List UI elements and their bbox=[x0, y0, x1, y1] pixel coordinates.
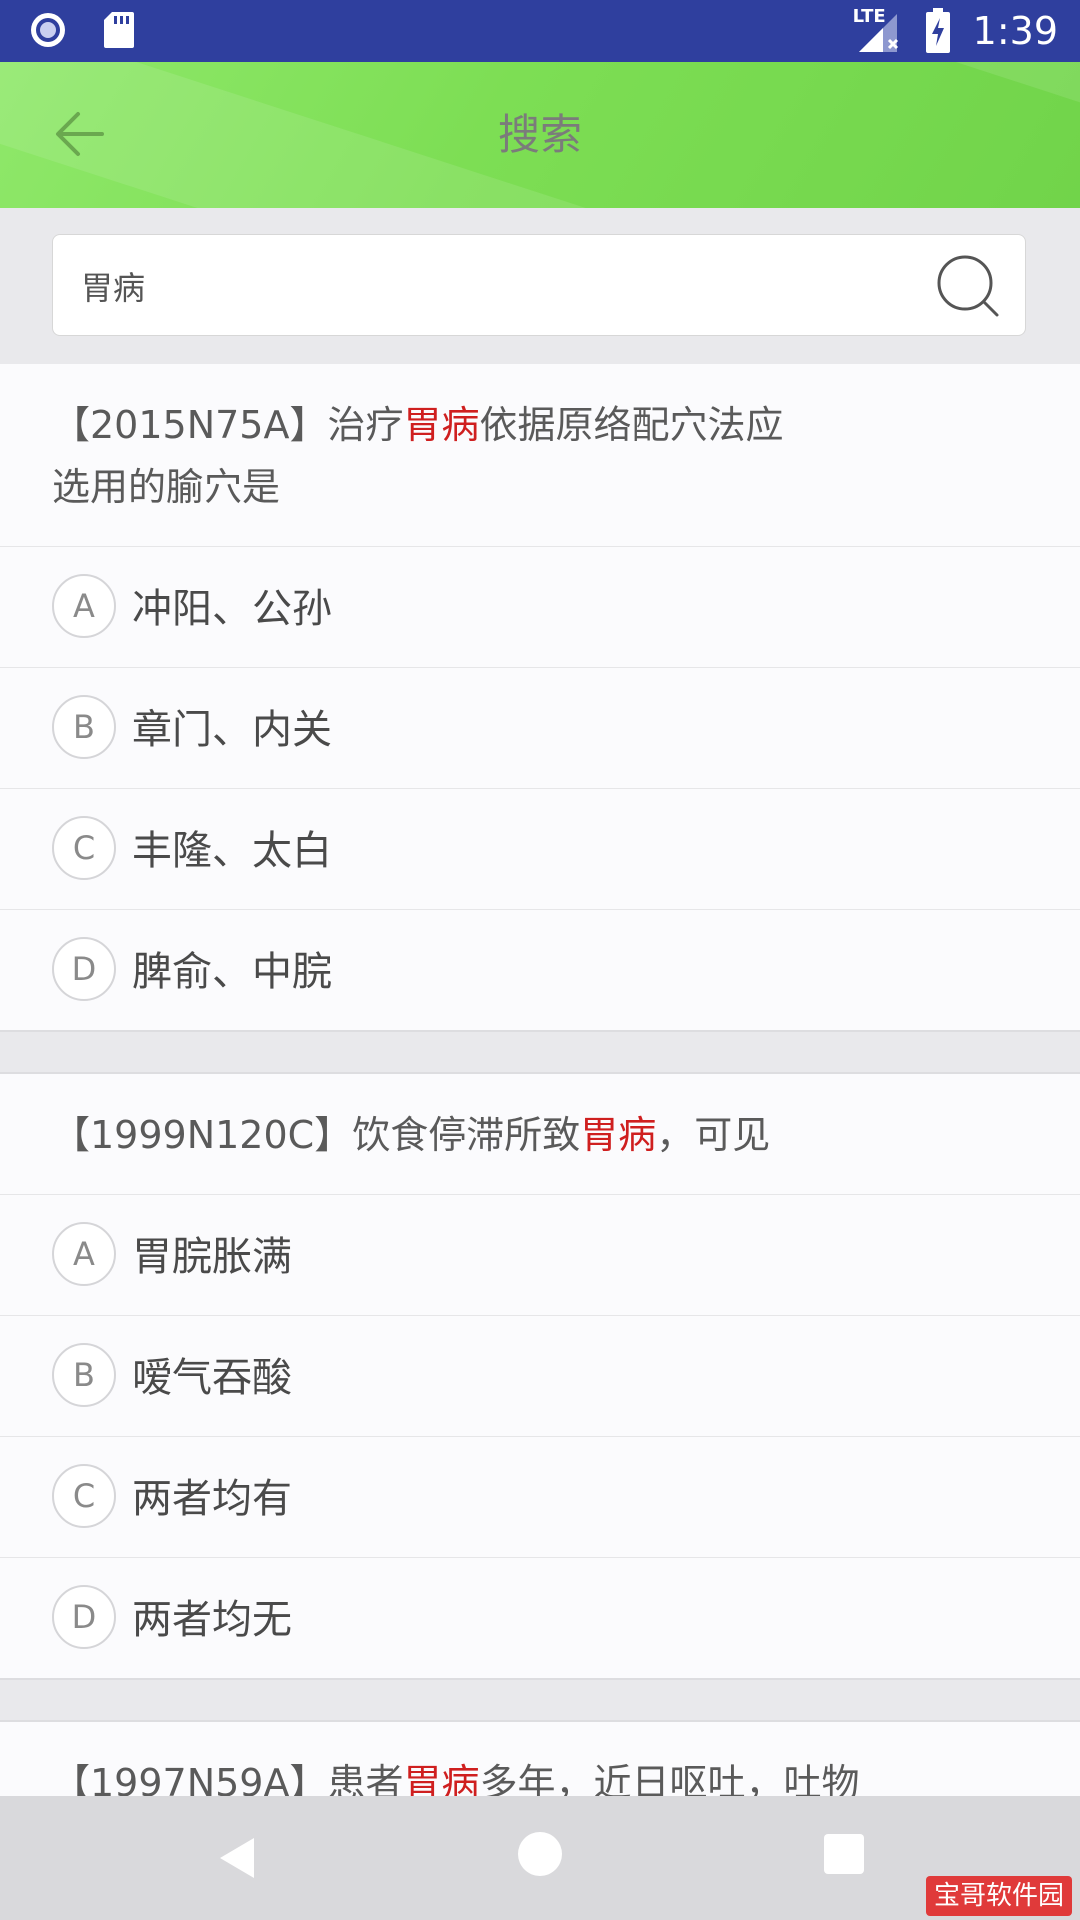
stem-text: 选用的腧穴是 bbox=[52, 465, 281, 509]
question-separator bbox=[0, 1680, 1080, 1722]
option-text: 章门、内关 bbox=[132, 707, 332, 753]
option-letter-badge: D bbox=[52, 937, 116, 1001]
search-area bbox=[0, 208, 1080, 364]
nav-back-icon[interactable] bbox=[214, 1834, 260, 1882]
stem-text: ，可见 bbox=[656, 1113, 771, 1157]
option-letter-badge: C bbox=[52, 1464, 116, 1528]
stem-text: 【1999N120C】饮食停滞所致 bbox=[52, 1113, 581, 1157]
option-letter-badge: B bbox=[52, 695, 116, 759]
status-bar: LTE 1:39 bbox=[0, 0, 1080, 62]
option-text: 胃脘胀满 bbox=[132, 1234, 292, 1280]
question-stem[interactable]: 【2015N75A】治疗胃病依据原络配穴法应选用的腧穴是 bbox=[0, 364, 1080, 547]
option-c[interactable]: C 两者均有 bbox=[0, 1437, 1080, 1558]
question-card: 【1999N120C】饮食停滞所致胃病，可见 A 胃脘胀满 B 嗳气吞酸 C 两者均有 D 两者… bbox=[0, 1074, 1080, 1680]
stem-text: 【2015N75A】治疗 bbox=[52, 403, 404, 447]
option-text: 冲阳、公孙 bbox=[132, 586, 332, 632]
watermark: 宝哥软件园 bbox=[925, 1876, 1072, 1916]
option-a[interactable]: A 冲阳、公孙 bbox=[0, 547, 1080, 668]
option-text: 两者均有 bbox=[132, 1476, 292, 1522]
search-input[interactable] bbox=[79, 235, 923, 337]
record-icon bbox=[31, 13, 65, 47]
question-stem-line: 【1999N120C】饮食停滞所致胃病，可见 bbox=[52, 1104, 1028, 1166]
option-a[interactable]: A 胃脘胀满 bbox=[0, 1195, 1080, 1316]
question-stem[interactable]: 【1999N120C】饮食停滞所致胃病，可见 bbox=[0, 1074, 1080, 1195]
option-b[interactable]: B 嗳气吞酸 bbox=[0, 1316, 1080, 1437]
option-letter-badge: A bbox=[52, 1222, 116, 1286]
question-card: 【2015N75A】治疗胃病依据原络配穴法应选用的腧穴是 A 冲阳、公孙 B 章门、内关… bbox=[0, 364, 1080, 1032]
search-button[interactable] bbox=[935, 253, 1003, 321]
navigation-bar bbox=[0, 1796, 1080, 1920]
battery-charging-icon bbox=[925, 8, 950, 53]
option-text: 脾俞、中脘 bbox=[132, 949, 332, 995]
search-box bbox=[52, 234, 1026, 337]
signal-indicator: LTE bbox=[853, 6, 903, 54]
option-letter-badge: C bbox=[52, 816, 116, 880]
option-b[interactable]: B 章门、内关 bbox=[0, 668, 1080, 789]
option-text: 嗳气吞酸 bbox=[132, 1355, 292, 1401]
question-stem-line: 【2015N75A】治疗胃病依据原络配穴法应 bbox=[52, 394, 1028, 456]
option-text: 丰隆、太白 bbox=[132, 828, 332, 874]
option-letter-badge: D bbox=[52, 1585, 116, 1649]
app-header: 搜索 bbox=[0, 62, 1080, 208]
nav-home-icon[interactable] bbox=[518, 1832, 562, 1876]
signal-icon bbox=[858, 14, 898, 52]
option-letter-badge: A bbox=[52, 574, 116, 638]
question-stem-line: 选用的腧穴是 bbox=[52, 456, 1028, 518]
clock: 1:39 bbox=[972, 9, 1058, 53]
option-c[interactable]: C 丰隆、太白 bbox=[0, 789, 1080, 910]
option-d[interactable]: D 脾俞、中脘 bbox=[0, 910, 1080, 1030]
page-title: 搜索 bbox=[497, 110, 582, 159]
search-highlight: 胃病 bbox=[580, 1113, 657, 1157]
search-icon bbox=[937, 255, 999, 317]
option-text: 两者均无 bbox=[132, 1597, 292, 1643]
question-list: 【2015N75A】治疗胃病依据原络配穴法应 选用的腧穴是 A 冲阳、公孙 B 章门、内关… bbox=[0, 364, 1080, 1845]
nav-recent-icon[interactable] bbox=[824, 1834, 864, 1874]
search-highlight: 胃病 bbox=[403, 403, 480, 447]
question-separator bbox=[0, 1032, 1080, 1074]
stem-text: 依据原络配穴法应 bbox=[479, 403, 784, 447]
option-letter-badge: B bbox=[52, 1343, 116, 1407]
sd-card-icon bbox=[104, 12, 134, 48]
option-d[interactable]: D 两者均无 bbox=[0, 1558, 1080, 1678]
